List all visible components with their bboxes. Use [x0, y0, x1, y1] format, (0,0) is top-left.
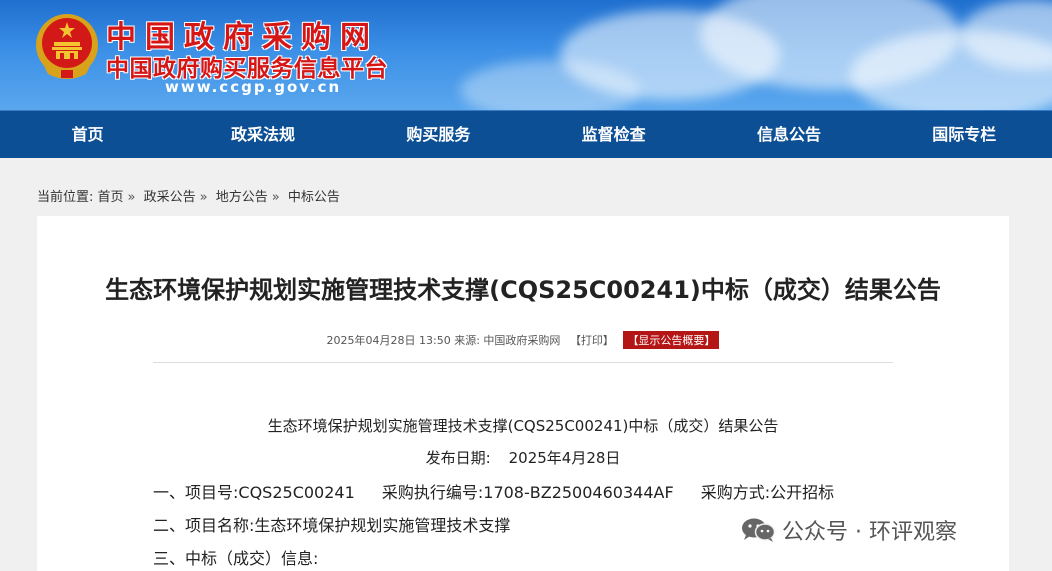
item-no-label: 一、项目号:: [153, 483, 239, 502]
project-name-label: 二、项目名称:: [153, 516, 255, 535]
breadcrumb: 当前位置: 首页» 政采公告» 地方公告» 中标公告: [37, 186, 340, 205]
nav-item-supervision[interactable]: 监督检查: [526, 111, 701, 158]
project-name-line: 二、项目名称:生态环境保护规划实施管理技术支撑: [153, 512, 510, 536]
nav-item-home[interactable]: 首页: [0, 111, 175, 158]
item-no-value: CQS25C00241: [238, 483, 355, 502]
publish-date: 发布日期: 2025年4月28日: [37, 447, 1009, 468]
site-url[interactable]: www.ccgp.gov.cn: [165, 78, 341, 96]
method-value: 公开招标: [770, 483, 835, 502]
watermark-text: 公众号 · 环评观察: [782, 520, 957, 545]
national-emblem-icon: [36, 14, 98, 79]
wechat-watermark: 公众号 · 环评观察: [740, 514, 957, 546]
method-label: 采购方式:: [700, 483, 771, 502]
award-info-line: 三、中标（成交）信息:: [153, 545, 318, 569]
publish-date-value: 2025年4月28日: [508, 449, 621, 467]
breadcrumb-separator: »: [271, 190, 280, 205]
main-nav: 首页 政采法规 购买服务 监督检查 信息公告 国际专栏: [0, 110, 1052, 158]
breadcrumb-award-announcements[interactable]: 中标公告: [288, 190, 340, 205]
print-button[interactable]: 【打印】: [570, 334, 614, 347]
wechat-icon: [742, 518, 776, 542]
article-source: 来源: 中国政府采购网: [454, 334, 561, 347]
exec-no-value: 1708-BZ2500460344AF: [483, 483, 674, 502]
breadcrumb-gov-announcements[interactable]: 政采公告: [144, 190, 196, 205]
site-banner: 中国政府采购网 中国政府购买服务信息平台 www.ccgp.gov.cn: [0, 0, 1052, 110]
breadcrumb-local-announcements[interactable]: 地方公告: [216, 190, 268, 205]
nav-item-announcements[interactable]: 信息公告: [701, 111, 876, 158]
exec-no-label: 采购执行编号:: [381, 483, 484, 502]
article-meta: 2025年04月28日 13:50 来源: 中国政府采购网 【打印】 【显示公告…: [37, 331, 1009, 349]
breadcrumb-home[interactable]: 首页: [98, 190, 124, 205]
award-info-label: 三、中标（成交）信息:: [153, 549, 319, 568]
breadcrumb-separator: »: [199, 190, 208, 205]
article-date: 2025年04月28日 13:50: [326, 334, 451, 347]
body-title: 生态环境保护规划实施管理技术支撑(CQS25C00241)中标（成交）结果公告: [267, 417, 779, 435]
nav-item-purchase-services[interactable]: 购买服务: [351, 111, 526, 158]
nav-item-regulations[interactable]: 政采法规: [175, 111, 350, 158]
project-info-line: 一、项目号:CQS25C00241 采购执行编号:1708-BZ25004603…: [153, 479, 834, 503]
publish-date-label: 发布日期:: [425, 449, 491, 467]
project-name-value: 生态环境保护规划实施管理技术支撑: [254, 516, 511, 535]
meta-divider: [153, 362, 893, 363]
show-summary-button[interactable]: 【显示公告概要】: [623, 331, 720, 349]
article-title: 生态环境保护规划实施管理技术支撑(CQS25C00241)中标（成交）结果公告: [105, 276, 941, 304]
breadcrumb-prefix: 当前位置:: [37, 190, 94, 205]
breadcrumb-separator: »: [127, 190, 136, 205]
nav-item-international[interactable]: 国际专栏: [877, 111, 1052, 158]
